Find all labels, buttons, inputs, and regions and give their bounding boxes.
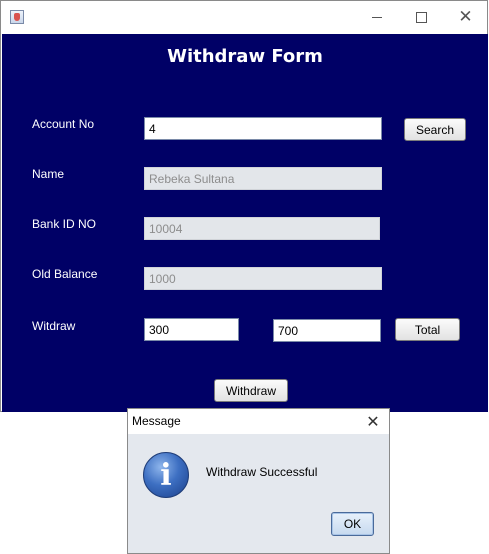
message-dialog: Message ✕ i Withdraw Successful OK xyxy=(127,408,390,554)
old-balance-label: Old Balance xyxy=(32,267,98,281)
name-field: Rebeka Sultana xyxy=(144,167,382,190)
minimize-button[interactable] xyxy=(354,1,399,34)
window-titlebar: ✕ xyxy=(1,1,487,34)
withdraw-label: Witdraw xyxy=(32,319,76,333)
dialog-title: Message xyxy=(132,414,181,428)
maximize-button[interactable] xyxy=(399,1,444,34)
maximize-icon xyxy=(416,12,427,23)
search-button[interactable]: Search xyxy=(404,118,466,141)
java-cup-icon xyxy=(10,10,24,24)
name-label: Name xyxy=(32,167,65,181)
total-button[interactable]: Total xyxy=(395,318,460,341)
close-icon: ✕ xyxy=(366,412,380,431)
close-icon: ✕ xyxy=(458,7,473,27)
withdraw-button[interactable]: Withdraw xyxy=(214,379,288,402)
form-title: Withdraw Form xyxy=(167,46,323,67)
close-button[interactable]: ✕ xyxy=(443,1,488,34)
withdraw-form-panel: Withdraw Form Account No 4 Search Name R… xyxy=(2,34,488,412)
account-no-input[interactable]: 4 xyxy=(144,117,382,140)
old-balance-field: 1000 xyxy=(144,267,382,290)
dialog-close-button[interactable]: ✕ xyxy=(357,409,389,434)
dialog-message: Withdraw Successful xyxy=(206,465,318,479)
withdraw-amount-input[interactable]: 300 xyxy=(144,318,239,341)
dialog-titlebar: Message ✕ xyxy=(128,409,389,434)
bank-id-label: Bank ID NO xyxy=(32,217,97,231)
bank-id-field: 10004 xyxy=(144,217,380,240)
total-field[interactable]: 700 xyxy=(273,319,381,342)
account-no-label: Account No xyxy=(32,117,95,131)
main-window: ✕ Withdraw Form Account No 4 Search Name… xyxy=(0,0,488,412)
info-icon: i xyxy=(143,452,189,498)
minimize-icon xyxy=(371,17,382,18)
ok-button[interactable]: OK xyxy=(331,512,374,536)
